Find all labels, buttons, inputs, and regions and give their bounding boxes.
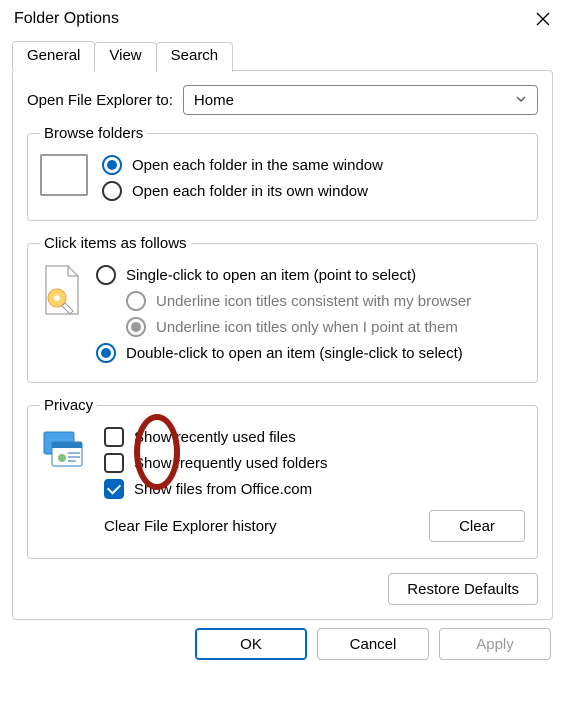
tab-bar: General View Search xyxy=(12,40,553,70)
chevron-down-icon xyxy=(515,92,527,109)
radio-single-click[interactable] xyxy=(96,265,116,285)
checkbox-office-files-label: Show files from Office.com xyxy=(134,481,312,498)
radio-double-click[interactable] xyxy=(96,343,116,363)
restore-defaults-button[interactable]: Restore Defaults xyxy=(388,573,538,605)
tab-general[interactable]: General xyxy=(12,41,95,71)
clear-button[interactable]: Clear xyxy=(429,510,525,542)
checkbox-recent-files[interactable] xyxy=(104,427,124,447)
checkbox-frequent-folders[interactable] xyxy=(104,453,124,473)
checkbox-frequent-folders-label: Show frequently used folders xyxy=(134,455,327,472)
click-items-legend: Click items as follows xyxy=(40,235,191,252)
click-items-group: Click items as follows Single-click to o… xyxy=(27,235,538,383)
general-panel: Open File Explorer to: Home Browse folde… xyxy=(12,70,553,620)
radio-same-window[interactable] xyxy=(102,155,122,175)
ok-button[interactable]: OK xyxy=(195,628,307,660)
apply-button[interactable]: Apply xyxy=(439,628,551,660)
tab-general-label: General xyxy=(27,47,80,64)
privacy-legend: Privacy xyxy=(40,397,97,414)
close-icon[interactable] xyxy=(535,11,551,27)
tab-search[interactable]: Search xyxy=(156,42,234,72)
radio-underline-browser xyxy=(126,291,146,311)
open-explorer-select[interactable]: Home xyxy=(183,85,538,115)
checkbox-recent-files-label: Show recently used files xyxy=(134,429,296,446)
radio-underline-browser-label: Underline icon titles consistent with my… xyxy=(156,293,471,310)
tab-search-label: Search xyxy=(171,47,219,64)
privacy-icon xyxy=(40,426,86,472)
radio-double-click-label: Double-click to open an item (single-cli… xyxy=(126,345,463,362)
checkbox-office-files[interactable] xyxy=(104,479,124,499)
clear-history-label: Clear File Explorer history xyxy=(104,518,277,535)
tab-view[interactable]: View xyxy=(94,42,156,72)
radio-underline-point-label: Underline icon titles only when I point … xyxy=(156,319,458,336)
dialog-title: Folder Options xyxy=(14,10,119,28)
open-explorer-label: Open File Explorer to: xyxy=(27,92,173,109)
cancel-button[interactable]: Cancel xyxy=(317,628,429,660)
radio-single-click-label: Single-click to open an item (point to s… xyxy=(126,267,416,284)
file-click-icon xyxy=(40,264,82,318)
open-explorer-value: Home xyxy=(194,92,234,109)
radio-underline-point xyxy=(126,317,146,337)
privacy-group: Privacy Show recently used files xyxy=(27,397,538,559)
browse-folders-legend: Browse folders xyxy=(40,125,147,142)
radio-same-window-label: Open each folder in the same window xyxy=(132,157,383,174)
radio-own-window-label: Open each folder in its own window xyxy=(132,183,368,200)
window-icon xyxy=(40,154,88,196)
browse-folders-group: Browse folders Open each folder in the s… xyxy=(27,125,538,221)
tab-view-label: View xyxy=(109,47,141,64)
radio-own-window[interactable] xyxy=(102,181,122,201)
